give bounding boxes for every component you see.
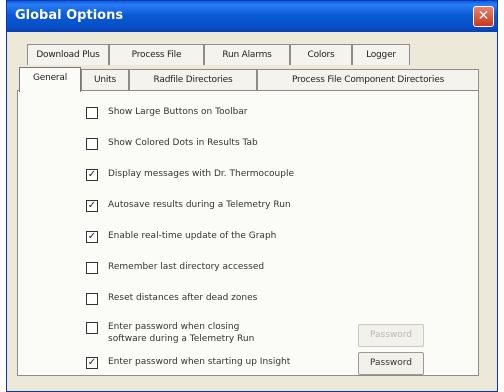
option-label: Show Large Buttons on Toolbar: [108, 107, 248, 117]
tab-download-plus[interactable]: Download Plus: [27, 44, 109, 65]
close-icon: ✕: [477, 8, 490, 24]
tab-logger[interactable]: Logger: [352, 44, 410, 65]
option-label: Remember last directory accessed: [108, 262, 265, 272]
checkbox-checked[interactable]: ✓: [86, 357, 98, 369]
option-label: Autosave results during a Telemetry Run: [108, 200, 291, 210]
password-startup-button[interactable]: Password: [358, 352, 424, 375]
tab-process-file[interactable]: Process File: [109, 44, 204, 65]
tab-general[interactable]: General: [19, 67, 81, 92]
tab-radfile-directories[interactable]: Radfile Directories: [129, 69, 257, 90]
option-label: Reset distances after dead zones: [108, 293, 258, 303]
check-icon: ✓: [87, 200, 97, 211]
option-label-line1: Enter password when closing: [108, 322, 240, 332]
tab-units[interactable]: Units: [81, 69, 129, 90]
option-label: Enable real-time update of the Graph: [108, 231, 277, 241]
option-label-line2: software during a Telemetry Run: [108, 334, 255, 344]
check-icon: ✓: [87, 231, 97, 242]
option-label: Enter password when starting up Insight: [108, 357, 291, 367]
checkbox-checked[interactable]: ✓: [86, 231, 98, 243]
option-label: Show Colored Dots in Results Tab: [108, 138, 258, 148]
tab-run-alarms[interactable]: Run Alarms: [204, 44, 290, 65]
password-closing-button[interactable]: Password: [358, 324, 424, 347]
checkbox[interactable]: [86, 107, 98, 119]
close-button[interactable]: ✕: [473, 6, 494, 27]
option-label: Display messages with Dr. Thermocouple: [108, 169, 294, 179]
tab-colors[interactable]: Colors: [290, 44, 352, 65]
window-title: Global Options: [15, 8, 124, 23]
check-icon: ✓: [87, 357, 97, 368]
title-bar[interactable]: Global Options ✕: [7, 1, 497, 32]
checkbox-checked[interactable]: ✓: [86, 169, 98, 181]
checkbox[interactable]: [86, 262, 98, 274]
checkbox-checked[interactable]: ✓: [86, 200, 98, 212]
checkbox[interactable]: [86, 322, 98, 334]
checkbox[interactable]: [86, 293, 98, 305]
check-icon: ✓: [87, 169, 97, 180]
global-options-window: Global Options ✕ Download Plus Process F…: [6, 0, 498, 392]
general-tab-panel: Show Large Buttons on Toolbar Show Color…: [17, 90, 479, 376]
tab-process-file-component-directories[interactable]: Process File Component Directories: [257, 69, 479, 90]
checkbox[interactable]: [86, 138, 98, 150]
